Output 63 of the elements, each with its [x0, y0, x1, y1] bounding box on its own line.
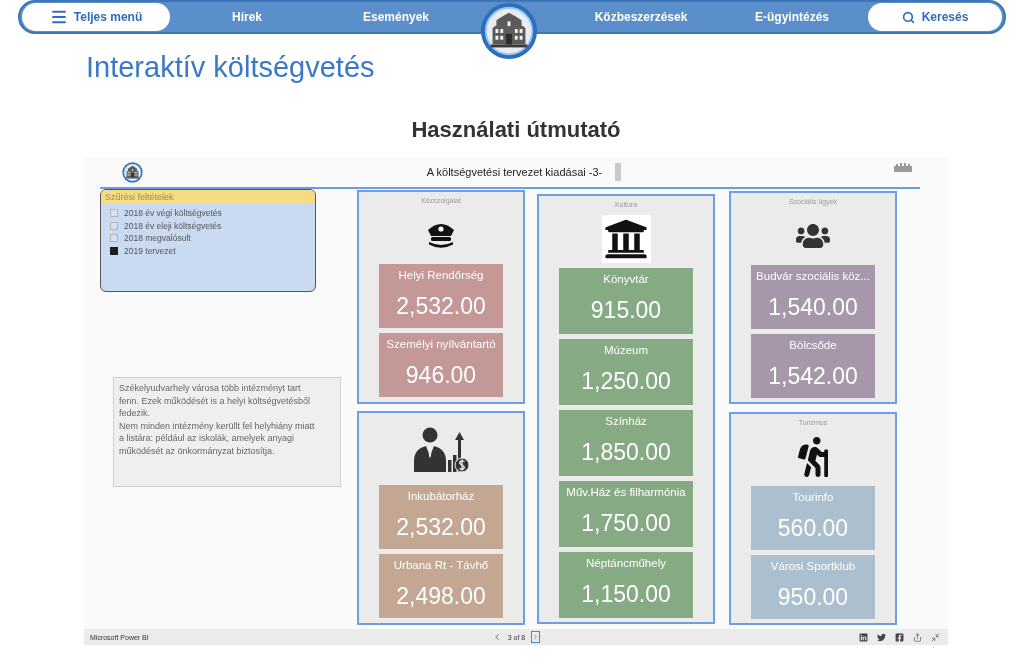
filter-option-label: 2018 év végi költségvetés	[124, 208, 222, 218]
checkbox[interactable]	[110, 221, 118, 230]
building-emblem	[480, 2, 538, 60]
linkedin-icon[interactable]	[859, 632, 868, 642]
tile-value: 2,532.00	[396, 514, 486, 540]
tile-title: Városi Sportklub	[770, 559, 856, 573]
tile-value: 2,532.00	[396, 293, 486, 319]
menu-icon	[49, 8, 68, 26]
tile-value: 1,250.00	[581, 368, 671, 394]
filter-panel-title: Szűrési feltételek	[101, 190, 315, 204]
collapse-icon[interactable]	[931, 632, 940, 642]
tile-value: 915.00	[590, 297, 662, 323]
tile-value: 1,750.00	[581, 510, 671, 536]
tile-title: Helyi Rendőrség	[398, 268, 484, 282]
tile-title: Könyvtár	[603, 272, 649, 286]
tile-value: 560.00	[777, 515, 849, 541]
tile-value: 1,150.00	[581, 581, 671, 607]
tile-title: Műv.Ház és filharmónia	[566, 485, 686, 499]
note-paragraph: Székelyudvarhely városa több intézményt tart fenn. Ezek működését is a helyi költségvetésből fedezik.	[119, 382, 312, 420]
tile-title: Néptáncműhely	[586, 556, 666, 570]
scrollbar-thumb	[615, 163, 621, 181]
share-icon[interactable]	[913, 632, 922, 642]
report-title: A költségvetési tervezet kiadásai -3-	[425, 164, 604, 180]
police-cap-icon	[425, 221, 457, 249]
checkbox[interactable]	[110, 209, 118, 217]
tile-title: Urbana Rt - Távhő	[393, 558, 489, 572]
search-icon	[901, 10, 915, 24]
note-paragraph: Nem minden intézmény kerüllt fel helyhiány miatt a listára: például az iskolák, amelyek anyagi működését az önkormányzat biztosítja.	[119, 419, 316, 457]
chevron-right-icon	[532, 633, 540, 641]
tile-value: 2,498.00	[396, 583, 486, 609]
tile-title: Színház	[605, 414, 647, 428]
tile-value: 1,542.00	[768, 363, 858, 389]
tile-title: Személyi nyílvántartó	[386, 337, 496, 351]
filter-option-label: 2018 megvalósult	[124, 233, 191, 243]
castle-icon	[894, 162, 912, 172]
tile-title: Inkubátorház	[407, 489, 475, 503]
tile-value: 1,850.00	[581, 439, 671, 465]
twitter-icon[interactable]	[877, 632, 886, 642]
tile-title: Bölcsőde	[789, 338, 837, 352]
facebook-icon[interactable]	[895, 632, 904, 642]
next-page-button[interactable]	[531, 631, 541, 643]
tile-title: Budvár szociális köz...	[756, 269, 870, 283]
page-title: Interaktív költségvetés	[86, 50, 375, 84]
full-menu-button[interactable]: Teljes menü	[22, 3, 170, 31]
businessman-chart-icon	[413, 426, 469, 472]
nav-link[interactable]: Közbeszerzések	[538, 8, 744, 26]
nav-link[interactable]: Események	[324, 8, 468, 26]
checkbox[interactable]	[110, 234, 118, 242]
filter-option-label: 2018 év eleji költségvetés	[124, 220, 222, 231]
tile-value: 946.00	[405, 362, 477, 388]
search-button[interactable]: Keresés	[868, 3, 1002, 31]
nav-link[interactable]: Hírek	[170, 8, 324, 26]
tile-value: 1,540.00	[768, 294, 858, 320]
filter-option-label: 2019 tervezet	[124, 245, 176, 256]
columned-building-icon	[601, 215, 651, 263]
nav-link[interactable]: E-ügyintézés	[744, 8, 840, 26]
section-title: Használati útmutató	[411, 117, 621, 143]
checkbox[interactable]	[110, 246, 118, 255]
tile-title: Tourinfo	[792, 490, 834, 504]
tile-value: 950.00	[777, 584, 849, 610]
tile-title: Múzeum	[603, 343, 649, 357]
people-group-icon	[796, 222, 830, 250]
building-emblem	[122, 161, 143, 183]
